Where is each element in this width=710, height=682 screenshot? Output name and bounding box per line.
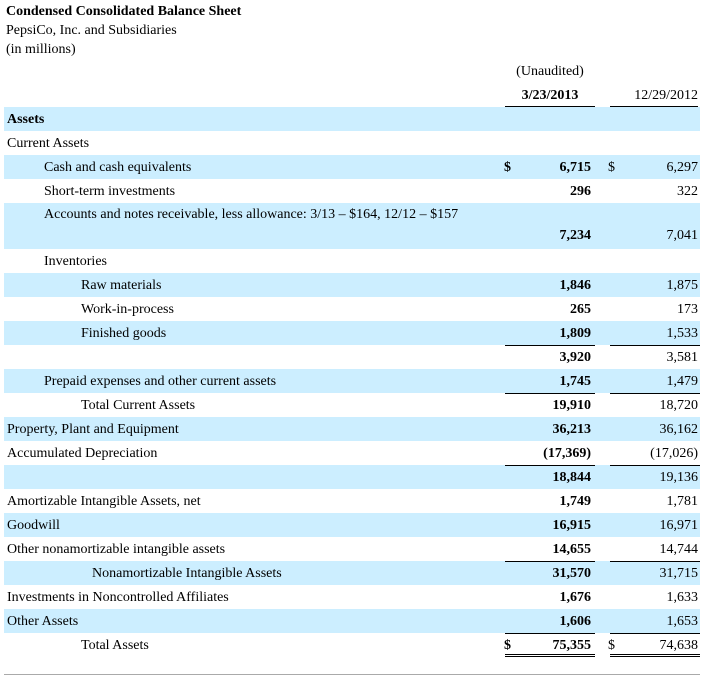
value-current: 1,846: [559, 278, 592, 293]
row-label: Assets: [7, 112, 45, 127]
value-current: 14,655: [552, 542, 592, 557]
value-prior: 3,581: [666, 350, 699, 365]
row-label: Inventories: [44, 254, 107, 269]
subtotal-rule-prior: [610, 561, 700, 562]
value-prior: 1,781: [666, 494, 699, 509]
value-prior: 1,875: [666, 278, 699, 293]
table-row: Inventories: [4, 249, 700, 273]
row-label: Amortizable Intangible Assets, net: [7, 494, 201, 509]
value-prior: 36,162: [659, 422, 699, 437]
subtotal-rule-prior: [610, 465, 700, 466]
row-label: Work-in-process: [81, 302, 174, 317]
value-current: 31,570: [552, 566, 592, 581]
value-current: 36,213: [552, 422, 592, 437]
balance-sheet-table: Assets Current Assets Cash and cash equiva…: [4, 107, 700, 657]
subtotal-rule-current: [505, 561, 595, 562]
table-row: 3,920 3,581: [4, 345, 700, 369]
table-row: Raw materials 1,846 1,875: [4, 273, 700, 297]
row-label: Current Assets: [7, 136, 90, 151]
value-current: (17,369): [543, 446, 591, 461]
table-row: Prepaid expenses and other current asset…: [4, 369, 700, 393]
value-prior: 7,041: [666, 228, 699, 243]
bottom-divider: [4, 674, 700, 675]
value-prior: 31,715: [659, 566, 699, 581]
row-label: Goodwill: [7, 518, 60, 533]
table-row: Work-in-process 265 173: [4, 297, 700, 321]
row-label: Nonamortizable Intangible Assets: [92, 566, 282, 581]
value-prior: (17,026): [650, 446, 698, 461]
subtotal-rule-prior: [610, 393, 700, 394]
value-current: 1,749: [559, 494, 592, 509]
units-note: (in millions): [6, 42, 76, 57]
table-row: Investments in Noncontrolled Affiliates 1…: [4, 585, 700, 609]
value-current: 1,745: [559, 374, 592, 389]
subtotal-rule-prior: [610, 345, 700, 346]
row-label: Other nonamortizable intangible assets: [7, 542, 226, 557]
subtotal-rule-prior: [610, 633, 700, 634]
row-label: Accounts and notes receivable, less allo…: [44, 207, 459, 222]
table-row: Amortizable Intangible Assets, net 1,749 1…: [4, 489, 700, 513]
table-row: Accumulated Depreciation (17,369) (17,026): [4, 441, 700, 465]
row-label: Prepaid expenses and other current asset…: [44, 374, 277, 389]
value-current: 19,910: [552, 398, 592, 413]
value-prior: 1,653: [666, 614, 699, 629]
subtotal-rule-current: [505, 393, 595, 394]
value-prior: 6,297: [666, 160, 699, 175]
statement-title: Condensed Consolidated Balance Sheet: [6, 4, 242, 19]
value-current: 265: [570, 302, 591, 317]
row-label: Accumulated Depreciation: [7, 446, 158, 461]
row-label: Total Current Assets: [81, 398, 196, 413]
table-row: Other Assets 1,606 1,653: [4, 609, 700, 633]
value-current: 1,606: [559, 614, 592, 629]
value-prior: 1,633: [666, 590, 699, 605]
table-row: Property, Plant and Equipment 36,213 36,16…: [4, 417, 700, 441]
row-label: Property, Plant and Equipment: [7, 422, 179, 437]
value-current: 7,234: [559, 228, 592, 243]
value-current: 6,715: [559, 160, 592, 175]
value-current: 18,844: [552, 470, 592, 485]
value-prior: 322: [677, 184, 698, 199]
row-label: Finished goods: [81, 326, 167, 341]
table-row: Accounts and notes receivable, less allo…: [4, 203, 700, 249]
subtotal-rule-current: [505, 465, 595, 466]
value-prior: 18,720: [659, 398, 699, 413]
value-prior: 173: [677, 302, 698, 317]
value-prior: 1,533: [666, 326, 699, 341]
value-current: 1,676: [559, 590, 592, 605]
row-label: Other Assets: [7, 614, 79, 629]
row-label: Total Assets: [81, 638, 149, 653]
value-prior: 19,136: [659, 470, 699, 485]
value-current: 1,809: [559, 326, 592, 341]
value-prior: 74,638: [659, 638, 699, 653]
value-prior: 1,479: [666, 374, 699, 389]
subtotal-rule-current: [505, 633, 595, 634]
column-header-unaudited: (Unaudited): [516, 64, 584, 79]
row-label: Short-term investments: [44, 184, 176, 199]
column-header-current: 3/23/2013: [521, 88, 579, 103]
table-row: Other nonamortizable intangible assets 14…: [4, 537, 700, 561]
table-row: Total Current Assets 19,910 18,720: [4, 393, 700, 417]
table-row: Goodwill 16,915 16,971: [4, 513, 700, 537]
company-name: PepsiCo, Inc. and Subsidiaries: [6, 23, 177, 38]
table-row: Current Assets: [4, 131, 700, 155]
row-label: Cash and cash equivalents: [44, 160, 192, 175]
table-row: Nonamortizable Intangible Assets 31,570 31…: [4, 561, 700, 585]
subtotal-rule-current: [505, 345, 595, 346]
table-row: Assets: [4, 107, 700, 131]
value-current: 3,920: [559, 350, 592, 365]
table-row: Finished goods 1,809 1,533: [4, 321, 700, 345]
table-row: 18,844 19,136: [4, 465, 700, 489]
value-prior: 16,971: [659, 518, 699, 533]
table-row: Short-term investments 296 322: [4, 179, 700, 203]
value-current: 296: [570, 184, 591, 199]
table-row: Total Assets $75,355 $74,638: [4, 633, 700, 657]
row-label: Raw materials: [81, 278, 162, 293]
table-row: Cash and cash equivalents $6,715 $6,297: [4, 155, 700, 179]
value-prior: 14,744: [659, 542, 699, 557]
row-label: Investments in Noncontrolled Affiliates: [7, 590, 229, 605]
column-header-prior: 12/29/2012: [634, 88, 698, 103]
value-current: 16,915: [552, 518, 592, 533]
value-current: 75,355: [552, 638, 592, 653]
